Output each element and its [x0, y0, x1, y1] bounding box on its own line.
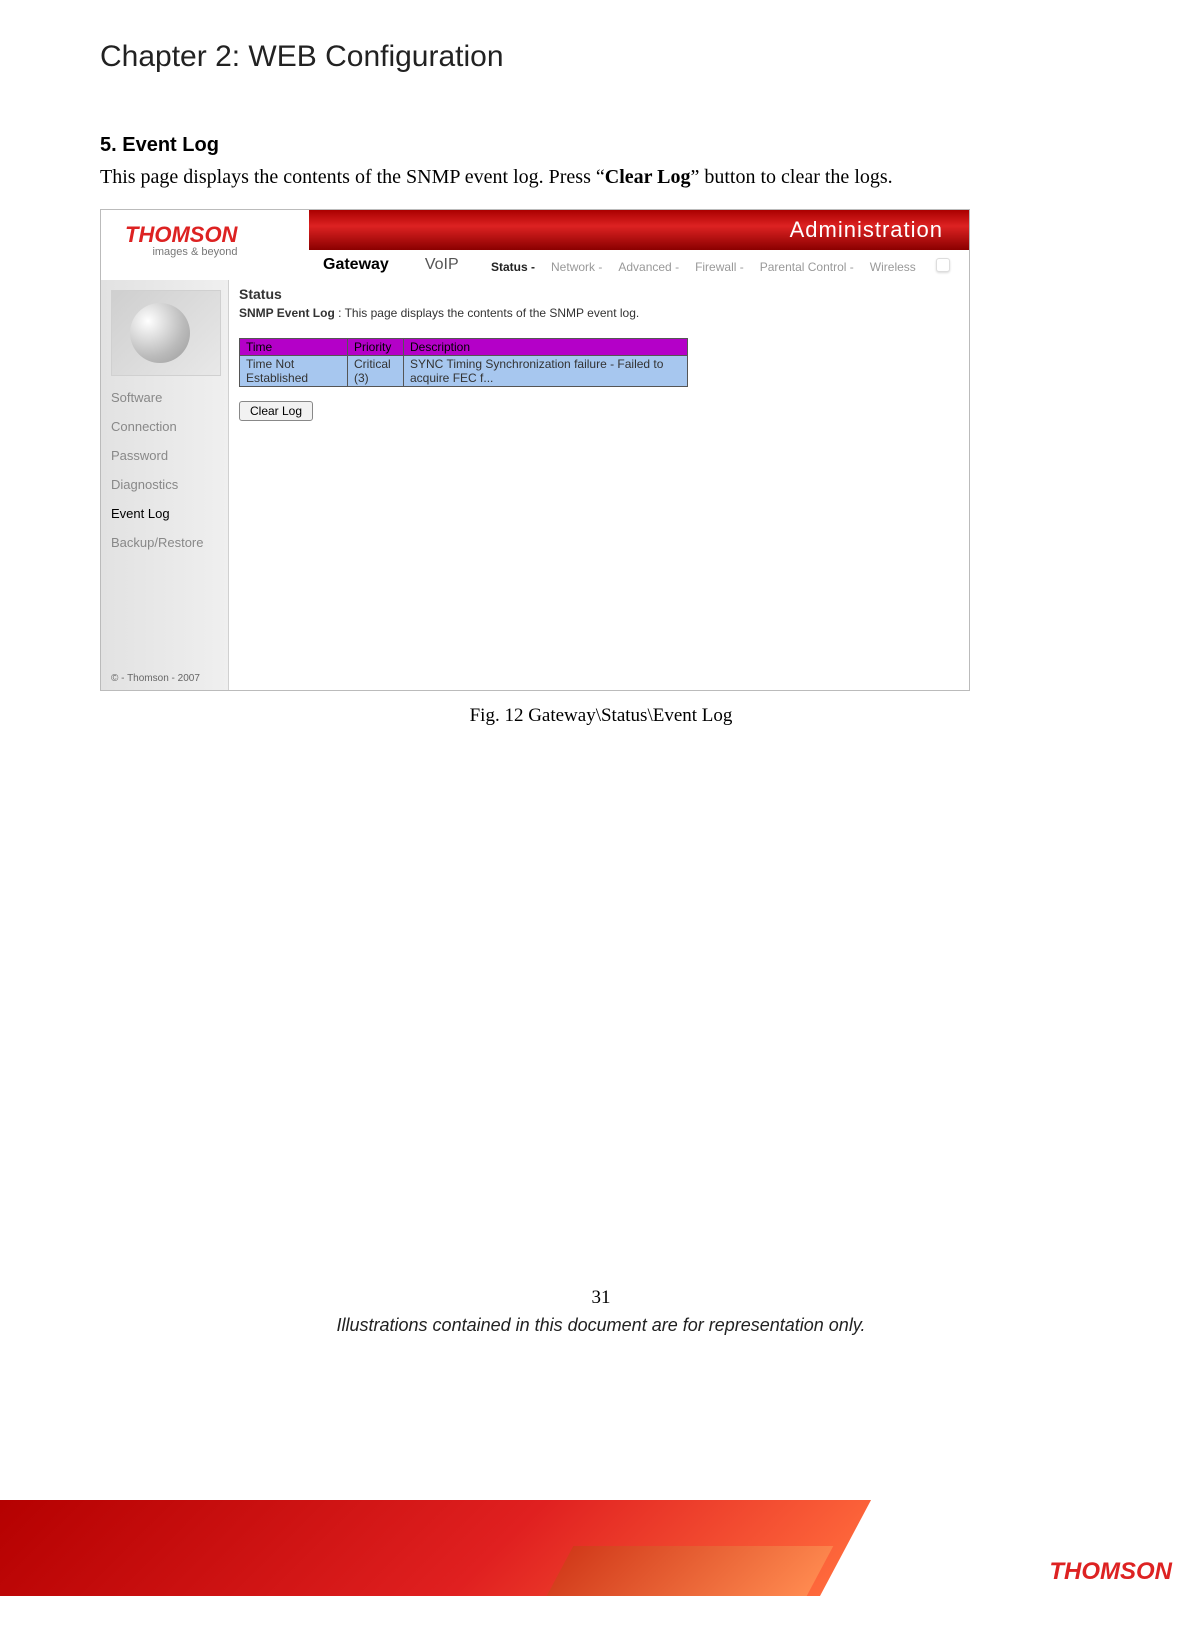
- subnav-wireless[interactable]: Wireless: [870, 260, 916, 274]
- sidebar-item-password[interactable]: Password: [111, 448, 228, 463]
- avatar-image: [111, 290, 221, 376]
- body-text-pre: This page displays the contents of the S…: [100, 166, 605, 188]
- subnav-status[interactable]: Status -: [491, 260, 535, 274]
- footer-poly-accent: [547, 1546, 834, 1596]
- screenshot-frame: THOMSON images & beyond Administration G…: [100, 209, 970, 691]
- th-description: Description: [404, 339, 688, 356]
- td-time: Time Not Established: [240, 356, 348, 387]
- footer-logo: THOMSON: [1049, 1558, 1172, 1586]
- representation-note: Illustrations contained in this document…: [100, 1315, 1102, 1336]
- status-line: SNMP Event Log : This page displays the …: [239, 306, 955, 320]
- screenshot-header: THOMSON images & beyond Administration G…: [101, 210, 969, 280]
- clear-log-button[interactable]: Clear Log: [239, 401, 313, 421]
- sidebar-item-connection[interactable]: Connection: [111, 419, 228, 434]
- td-priority: Critical (3): [348, 356, 404, 387]
- subnav-firewall[interactable]: Firewall -: [695, 260, 744, 274]
- th-time: Time: [240, 339, 348, 356]
- status-title: Status: [239, 286, 955, 302]
- body-text-bold: Clear Log: [605, 166, 691, 188]
- table-header-row: Time Priority Description: [240, 339, 688, 356]
- footer-band: THOMSON: [0, 1500, 1202, 1596]
- sidebar-item-diagnostics[interactable]: Diagnostics: [111, 477, 228, 492]
- th-priority: Priority: [348, 339, 404, 356]
- page-number: 31: [100, 1287, 1102, 1309]
- content-sep: :: [335, 306, 345, 320]
- banner-title: Administration: [309, 210, 969, 250]
- sidebar-item-software[interactable]: Software: [111, 390, 228, 405]
- tab-gateway[interactable]: Gateway: [319, 250, 393, 280]
- table-row: Time Not Established Critical (3) SYNC T…: [240, 356, 688, 387]
- content-desc: This page displays the contents of the S…: [345, 306, 640, 320]
- sidebar-item-backup[interactable]: Backup/Restore: [111, 535, 228, 550]
- sub-nav: Status - Network - Advanced - Firewall -…: [491, 260, 916, 274]
- body-text: This page displays the contents of the S…: [100, 163, 1102, 191]
- primary-tabs: Gateway VoIP: [319, 250, 463, 280]
- subnav-advanced[interactable]: Advanced -: [618, 260, 679, 274]
- sidebar-copyright: © - Thomson - 2007: [111, 673, 228, 690]
- section-heading: 5. Event Log: [100, 134, 1102, 157]
- body-text-post: ” button to clear the logs.: [690, 166, 892, 188]
- subnav-more-icon[interactable]: [936, 258, 950, 272]
- subnav-parental[interactable]: Parental Control -: [760, 260, 854, 274]
- tab-voip[interactable]: VoIP: [421, 250, 463, 280]
- subnav-network[interactable]: Network -: [551, 260, 602, 274]
- figure-caption: Fig. 12 Gateway\Status\Event Log: [100, 705, 1102, 727]
- event-log-table: Time Priority Description Time Not Estab…: [239, 338, 688, 387]
- td-description: SYNC Timing Synchronization failure - Fa…: [404, 356, 688, 387]
- main-panel: Status SNMP Event Log : This page displa…: [229, 280, 969, 690]
- logo-text: THOMSON: [125, 222, 237, 248]
- sidebar-item-event-log[interactable]: Event Log: [111, 506, 228, 521]
- document-page: Chapter 2: WEB Configuration 5. Event Lo…: [0, 0, 1202, 1500]
- chapter-title: Chapter 2: WEB Configuration: [100, 40, 1102, 74]
- sidebar: Software Connection Password Diagnostics…: [101, 280, 229, 690]
- content-label: SNMP Event Log: [239, 306, 335, 320]
- logo-block: THOMSON images & beyond: [125, 222, 237, 258]
